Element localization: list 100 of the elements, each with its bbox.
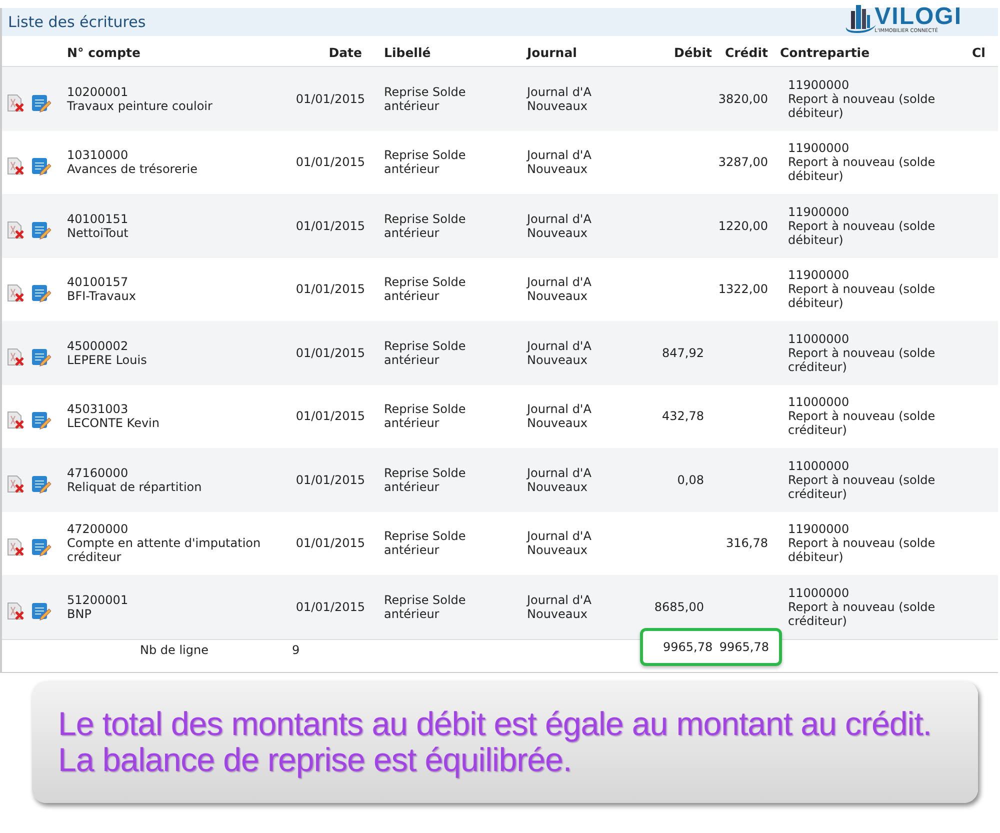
date-cell-text: 01/01/2015 <box>294 536 366 550</box>
callout-text: Le total des montants au débit est égale au montant au crédit. <box>58 706 932 742</box>
account-name: Travaux peinture couloir <box>67 98 214 113</box>
counter-account-name: Report à nouveau (solde débiteur) <box>788 218 936 247</box>
counter-account-name: Report à nouveau (solde débiteur) <box>788 92 936 120</box>
account-number: 40100151 <box>67 212 130 226</box>
journal-cell-text: Journal d'A Nouveaux <box>525 338 592 367</box>
credit-amount: 3287,00 <box>718 155 768 170</box>
date-cell-text: 01/01/2015 <box>294 346 366 360</box>
counter-account-number: 11900000 <box>788 522 850 536</box>
account-number: 47160000 <box>67 466 130 480</box>
counter-account-name: Report à nouveau (solde créditeur) <box>788 600 936 628</box>
callout-text: La balance de reprise est équilibrée. <box>58 742 572 778</box>
credit-amount: 1220,00 <box>718 218 768 233</box>
account-number: 47200000 <box>67 522 130 536</box>
label-cell-text: Reprise Solde antérieur <box>383 84 467 113</box>
credit-amount: 3820,00 <box>718 92 768 106</box>
account-number: 51200001 <box>67 592 130 607</box>
counter-account-name: Report à nouveau (solde créditeur) <box>788 346 936 374</box>
column-header: Contrepartie <box>780 44 871 60</box>
row-count-label: Nb de ligne <box>139 642 210 656</box>
counter-account-number: 11000000 <box>788 332 850 346</box>
edit-icon[interactable] <box>31 283 51 304</box>
date-cell-text: 01/01/2015 <box>294 218 366 233</box>
credit-amount: 1322,00 <box>718 282 768 296</box>
debit-amount: 8685,00 <box>654 600 704 614</box>
label-cell-text: Reprise Solde antérieur <box>383 148 467 176</box>
label-cell-text: Reprise Solde antérieur <box>383 529 467 558</box>
account-name: BFI-Travaux <box>67 289 137 304</box>
total-debit: 9965,78 <box>663 640 713 654</box>
counter-account-number: 11900000 <box>788 204 850 219</box>
row-count: 9 <box>292 642 301 656</box>
account-name: LEPERE Louis <box>67 352 148 367</box>
account-number: 40100157 <box>67 275 130 290</box>
debit-amount: 0,08 <box>677 472 704 487</box>
date-cell-text: 01/01/2015 <box>294 282 366 296</box>
delete-icon[interactable] <box>6 600 26 621</box>
logo-wordmark: VILOGI <box>874 6 962 28</box>
date-cell-text: 01/01/2015 <box>294 92 366 106</box>
panel-title: Liste des écritures <box>8 13 146 31</box>
account-name: BNP <box>67 606 92 621</box>
column-header: Journal <box>525 44 578 60</box>
journal-cell-text: Journal d'A Nouveaux <box>525 592 592 621</box>
debit-amount: 847,92 <box>662 346 704 360</box>
account-name: NettoiTout <box>67 226 130 240</box>
column-header: Date <box>328 44 363 60</box>
edit-icon[interactable] <box>31 220 51 240</box>
delete-icon[interactable] <box>6 537 26 558</box>
delete-icon[interactable] <box>6 220 26 240</box>
column-header: Crédit <box>724 44 769 60</box>
delete-icon[interactable] <box>6 410 26 430</box>
label-cell-text: Reprise Solde antérieur <box>383 275 467 304</box>
counter-account-number: 11900000 <box>788 78 850 92</box>
counter-account-number: 11000000 <box>788 458 850 473</box>
counter-account-number: 11000000 <box>788 395 850 410</box>
journal-cell-text: Journal d'A Nouveaux <box>525 212 592 240</box>
label-cell-text: Reprise Solde antérieur <box>383 592 467 621</box>
edit-icon[interactable] <box>31 156 51 176</box>
date-cell-text: 01/01/2015 <box>294 409 366 424</box>
journal-cell-text: Journal d'A Nouveaux <box>525 84 592 113</box>
counter-account-number: 11000000 <box>788 586 850 600</box>
journal-cell-text: Journal d'A Nouveaux <box>525 402 592 430</box>
edit-icon[interactable] <box>31 537 51 558</box>
counter-account-number: 11900000 <box>788 141 850 156</box>
column-header: Débit <box>672 44 712 60</box>
date-cell-text: 01/01/2015 <box>294 472 366 487</box>
account-number: 10200001 <box>67 84 130 99</box>
debit-amount: 432,78 <box>662 409 704 424</box>
journal-cell-text: Journal d'A Nouveaux <box>525 148 592 176</box>
counter-account-name: Report à nouveau (solde débiteur) <box>788 536 936 564</box>
edit-icon[interactable] <box>31 346 51 367</box>
account-name: LECONTE Kevin <box>67 416 160 430</box>
column-header: Cl <box>972 44 986 60</box>
label-cell-text: Reprise Solde antérieur <box>383 402 467 430</box>
label-cell-text: Reprise Solde antérieur <box>383 466 467 494</box>
account-name: Compte en attente d'imputation créditeur <box>67 536 262 564</box>
counter-account-name: Report à nouveau (solde créditeur) <box>788 472 936 501</box>
label-cell-text: Reprise Solde antérieur <box>383 212 467 240</box>
total-credit: 9965,78 <box>719 640 769 654</box>
account-number: 45000002 <box>67 338 130 353</box>
account-name: Reliquat de répartition <box>67 480 203 494</box>
delete-icon[interactable] <box>6 474 26 494</box>
date-cell-text: 01/01/2015 <box>294 155 366 170</box>
edit-icon[interactable] <box>31 410 51 430</box>
delete-icon[interactable] <box>6 92 26 113</box>
edit-icon[interactable] <box>31 600 51 621</box>
journal-cell-text: Journal d'A Nouveaux <box>525 466 592 494</box>
delete-icon[interactable] <box>6 283 26 304</box>
edit-icon[interactable] <box>31 474 51 494</box>
date-cell-text: 01/01/2015 <box>294 600 366 614</box>
delete-icon[interactable] <box>6 346 26 367</box>
counter-account-name: Report à nouveau (solde créditeur) <box>788 409 936 438</box>
counter-account-name: Report à nouveau (solde débiteur) <box>788 282 936 310</box>
delete-icon[interactable] <box>6 156 26 176</box>
counter-account-name: Report à nouveau (solde débiteur) <box>788 155 936 184</box>
column-header: Libellé <box>383 44 432 60</box>
column-header: N° compte <box>66 44 142 60</box>
edit-icon[interactable] <box>31 92 51 113</box>
label-cell-text: Reprise Solde antérieur <box>383 338 467 367</box>
account-name: Avances de trésorerie <box>67 162 198 176</box>
